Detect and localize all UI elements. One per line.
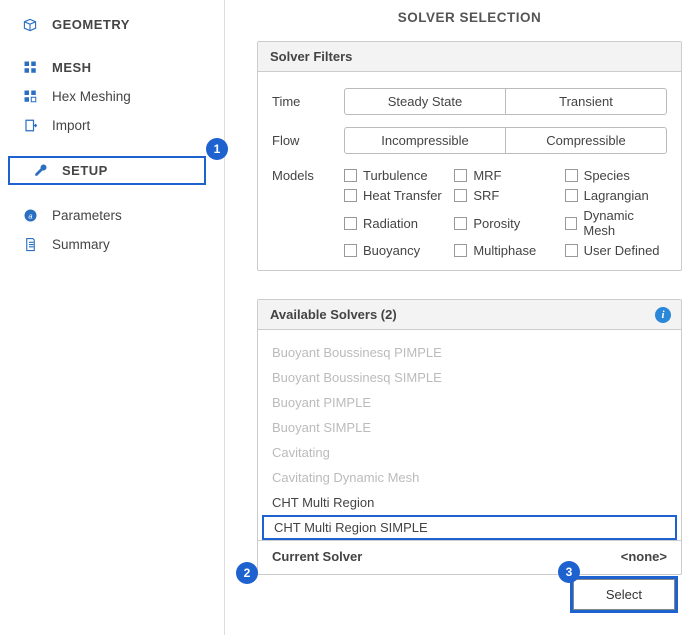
current-solver-row: Current Solver <none> [258,540,681,574]
hex-icon [20,87,40,107]
flow-filter-row: Flow Incompressible Compressible [272,121,667,160]
wrench-icon [30,161,50,181]
checkbox-box [454,169,467,182]
checkbox-box [344,217,357,230]
model-checkbox[interactable]: User Defined [565,243,667,258]
flow-compressible[interactable]: Compressible [506,128,666,153]
sidebar-item-hex-meshing[interactable]: Hex Meshing [0,82,224,111]
model-checkbox[interactable]: Lagrangian [565,188,667,203]
checkbox-box [565,189,578,202]
model-checkbox[interactable]: Heat Transfer [344,188,446,203]
available-solvers-title: Available Solvers (2) [270,307,397,322]
checkbox-box [565,217,578,230]
checkbox-box [454,217,467,230]
sidebar-item-geometry[interactable]: GEOMETRY [0,10,224,39]
checkbox-box [454,244,467,257]
select-button[interactable]: Select [573,579,675,610]
solver-item: Cavitating Dynamic Mesh [258,465,681,490]
svg-text:a: a [28,212,32,221]
models-label: Models [272,168,344,183]
model-label: Dynamic Mesh [583,208,667,238]
sidebar-item-summary[interactable]: Summary [0,230,224,259]
model-label: Turbulence [363,168,428,183]
checkbox-box [565,169,578,182]
flow-incompressible[interactable]: Incompressible [345,128,506,153]
sidebar-label: SETUP [62,163,108,178]
callout-1: 1 [206,138,228,160]
flow-label: Flow [272,133,344,148]
sidebar-item-import[interactable]: Import [0,111,224,140]
model-label: Multiphase [473,243,536,258]
model-label: Radiation [363,216,418,231]
callout-3: 3 [558,561,580,583]
model-checkbox[interactable]: Species [565,168,667,183]
model-label: Porosity [473,216,520,231]
current-solver-label: Current Solver [272,549,362,564]
model-checkbox[interactable]: Radiation [344,208,446,238]
model-checkbox[interactable]: Porosity [454,208,556,238]
model-checkbox[interactable]: SRF [454,188,556,203]
select-button-frame: Select [570,576,678,613]
checkbox-box [454,189,467,202]
info-icon[interactable]: i [655,307,671,323]
sidebar-label: Import [52,118,90,133]
sidebar-item-mesh[interactable]: MESH [0,53,224,82]
model-label: User Defined [584,243,660,258]
model-checkbox[interactable]: Buoyancy [344,243,446,258]
time-transient[interactable]: Transient [506,89,666,114]
solver-item[interactable]: CHT Multi Region [258,490,681,515]
model-checkbox[interactable]: Turbulence [344,168,446,183]
model-label: Buoyancy [363,243,420,258]
parameters-icon: a [20,206,40,226]
checkbox-box [344,169,357,182]
main-panel: SOLVER SELECTION Solver Filters Time Ste… [225,0,700,635]
solver-item: Buoyant Boussinesq SIMPLE [258,365,681,390]
grid-icon [20,58,40,78]
model-label: Lagrangian [584,188,649,203]
model-checkbox[interactable]: Multiphase [454,243,556,258]
sidebar-item-parameters[interactable]: a Parameters [0,201,224,230]
sidebar-item-setup[interactable]: SETUP [8,156,206,185]
checkbox-box [565,244,578,257]
model-checkbox[interactable]: Dynamic Mesh [565,208,667,238]
models-row: Models Turbulence MRF Species Heat Transfer… [272,160,667,258]
sidebar-label: Hex Meshing [52,89,131,104]
solver-item: Buoyant PIMPLE [258,390,681,415]
sidebar: GEOMETRY MESH Hex Meshing Import [0,0,225,635]
flow-segmented: Incompressible Compressible [344,127,667,154]
models-grid: Turbulence MRF Species Heat Transfer SRF Lagr… [344,168,667,258]
model-label: Species [584,168,630,183]
document-icon [20,235,40,255]
solver-item: Buoyant SIMPLE [258,415,681,440]
solver-item: Buoyant Boussinesq PIMPLE [258,340,681,365]
import-icon [20,116,40,136]
callout-2: 2 [236,562,258,584]
cube-icon [20,15,40,35]
time-filter-row: Time Steady State Transient [272,82,667,121]
sidebar-label: Summary [52,237,110,252]
model-label: Heat Transfer [363,188,442,203]
solver-list: Buoyant Boussinesq PIMPLEBuoyant Boussin… [258,330,681,540]
time-steady-state[interactable]: Steady State [345,89,506,114]
model-checkbox[interactable]: MRF [454,168,556,183]
checkbox-box [344,189,357,202]
model-label: SRF [473,188,499,203]
current-solver-value: <none> [621,549,667,564]
solver-item: Cavitating [258,440,681,465]
sidebar-label: Parameters [52,208,122,223]
sidebar-label: MESH [52,60,92,75]
time-label: Time [272,94,344,109]
solver-filters-head: Solver Filters [258,42,681,72]
model-label: MRF [473,168,501,183]
available-solvers-panel: Available Solvers (2) i Buoyant Boussine… [257,299,682,575]
page-title: SOLVER SELECTION [257,0,682,41]
solver-item[interactable]: CHT Multi Region SIMPLE [262,515,677,540]
time-segmented: Steady State Transient [344,88,667,115]
checkbox-box [344,244,357,257]
solver-filters-panel: Solver Filters Time Steady State Transie… [257,41,682,271]
available-solvers-head: Available Solvers (2) i [258,300,681,330]
sidebar-label: GEOMETRY [52,17,130,32]
